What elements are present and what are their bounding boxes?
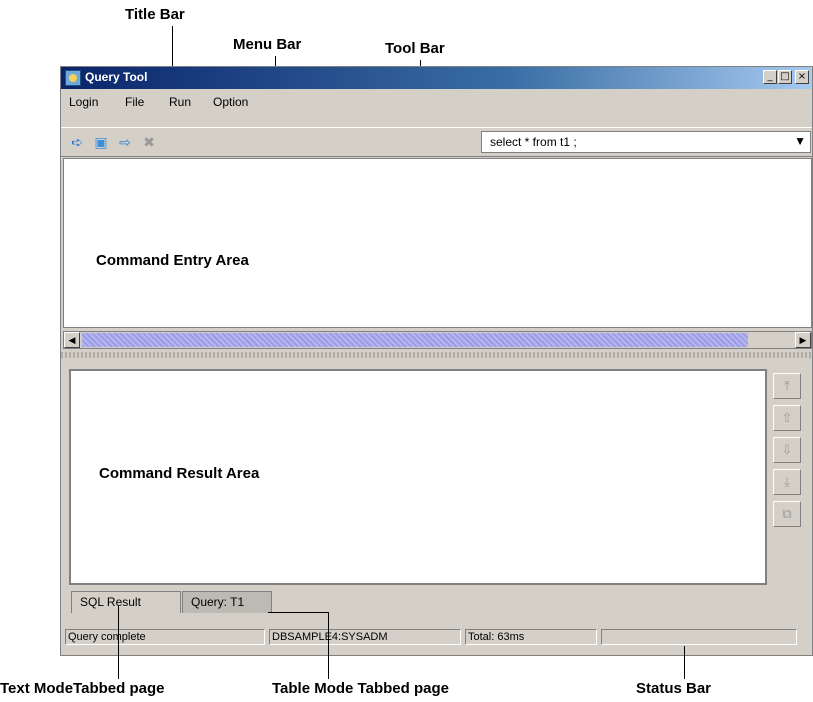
status-bar-callout-line	[684, 646, 685, 679]
command-entry-area[interactable]: Command Entry Area	[63, 158, 812, 328]
down-icon[interactable]: ⇩	[773, 437, 801, 463]
execute-icon[interactable]: ➪	[69, 134, 85, 150]
status-bar-callout: Status Bar	[636, 680, 712, 697]
copy-icon[interactable]: ⧉	[773, 501, 801, 527]
menu-login[interactable]: Login	[69, 95, 98, 109]
command-result-label: Command Result Area	[99, 465, 260, 482]
app-icon	[65, 70, 81, 86]
query-tool-window: Query Tool _ □ × Login File Run Option ➪…	[60, 66, 813, 656]
horizontal-scrollbar[interactable]: ◀ ▶	[63, 331, 812, 349]
scroll-left-icon[interactable]: ◀	[64, 332, 80, 348]
title-bar-callout: Title Bar	[125, 6, 185, 23]
text-mode-callout: Text ModeTabbed page	[0, 680, 165, 697]
title-bar: Query Tool _ □ ×	[61, 67, 812, 89]
minimize-button[interactable]: _	[763, 70, 777, 84]
cancel-icon[interactable]: ✖	[141, 134, 157, 150]
query-history-combo[interactable]: select * from t1 ; ▼	[481, 131, 811, 153]
tab-sql-result[interactable]: SQL Result	[71, 591, 181, 613]
tool-bar: ➪ ▣ ⇨ ✖ select * from t1 ; ▼	[61, 127, 812, 157]
tool-bar-callout: Tool Bar	[385, 40, 445, 57]
status-total: Total: 63ms	[465, 629, 597, 645]
menu-bar-callout: Menu Bar	[233, 36, 302, 53]
table-mode-callout-line-v	[328, 612, 329, 679]
menu-file[interactable]: File	[125, 95, 144, 109]
scroll-right-icon[interactable]: ▶	[795, 332, 811, 348]
open-icon[interactable]: ▣	[93, 134, 109, 150]
first-icon[interactable]: ⤒	[773, 373, 801, 399]
last-icon[interactable]: ⤓	[773, 469, 801, 495]
command-result-area[interactable]: Command Result Area	[69, 369, 767, 585]
table-mode-callout-line-h	[268, 612, 328, 613]
command-entry-label: Command Entry Area	[96, 252, 249, 269]
close-button[interactable]: ×	[795, 70, 809, 84]
up-icon[interactable]: ⇧	[773, 405, 801, 431]
tab-query-t1[interactable]: Query: T1	[182, 591, 272, 613]
pane-splitter[interactable]	[61, 352, 812, 358]
chevron-down-icon[interactable]: ▼	[794, 134, 806, 148]
table-mode-callout: Table Mode Tabbed page	[272, 680, 449, 697]
menu-bar: Login File Run Option	[61, 91, 812, 113]
menu-option[interactable]: Option	[213, 95, 248, 109]
scroll-thumb[interactable]	[82, 333, 748, 347]
window-title: Query Tool	[85, 70, 148, 84]
status-connection: DBSAMPLE4:SYSADM	[269, 629, 461, 645]
text-mode-callout-line	[118, 605, 119, 679]
status-extra	[601, 629, 797, 645]
query-history-value: select * from t1 ;	[490, 135, 577, 149]
status-message: Query complete	[65, 629, 265, 645]
status-bar: Query complete DBSAMPLE4:SYSADM Total: 6…	[61, 627, 812, 647]
menu-run[interactable]: Run	[169, 95, 191, 109]
run-file-icon[interactable]: ⇨	[117, 134, 133, 150]
maximize-button[interactable]: □	[778, 70, 792, 84]
